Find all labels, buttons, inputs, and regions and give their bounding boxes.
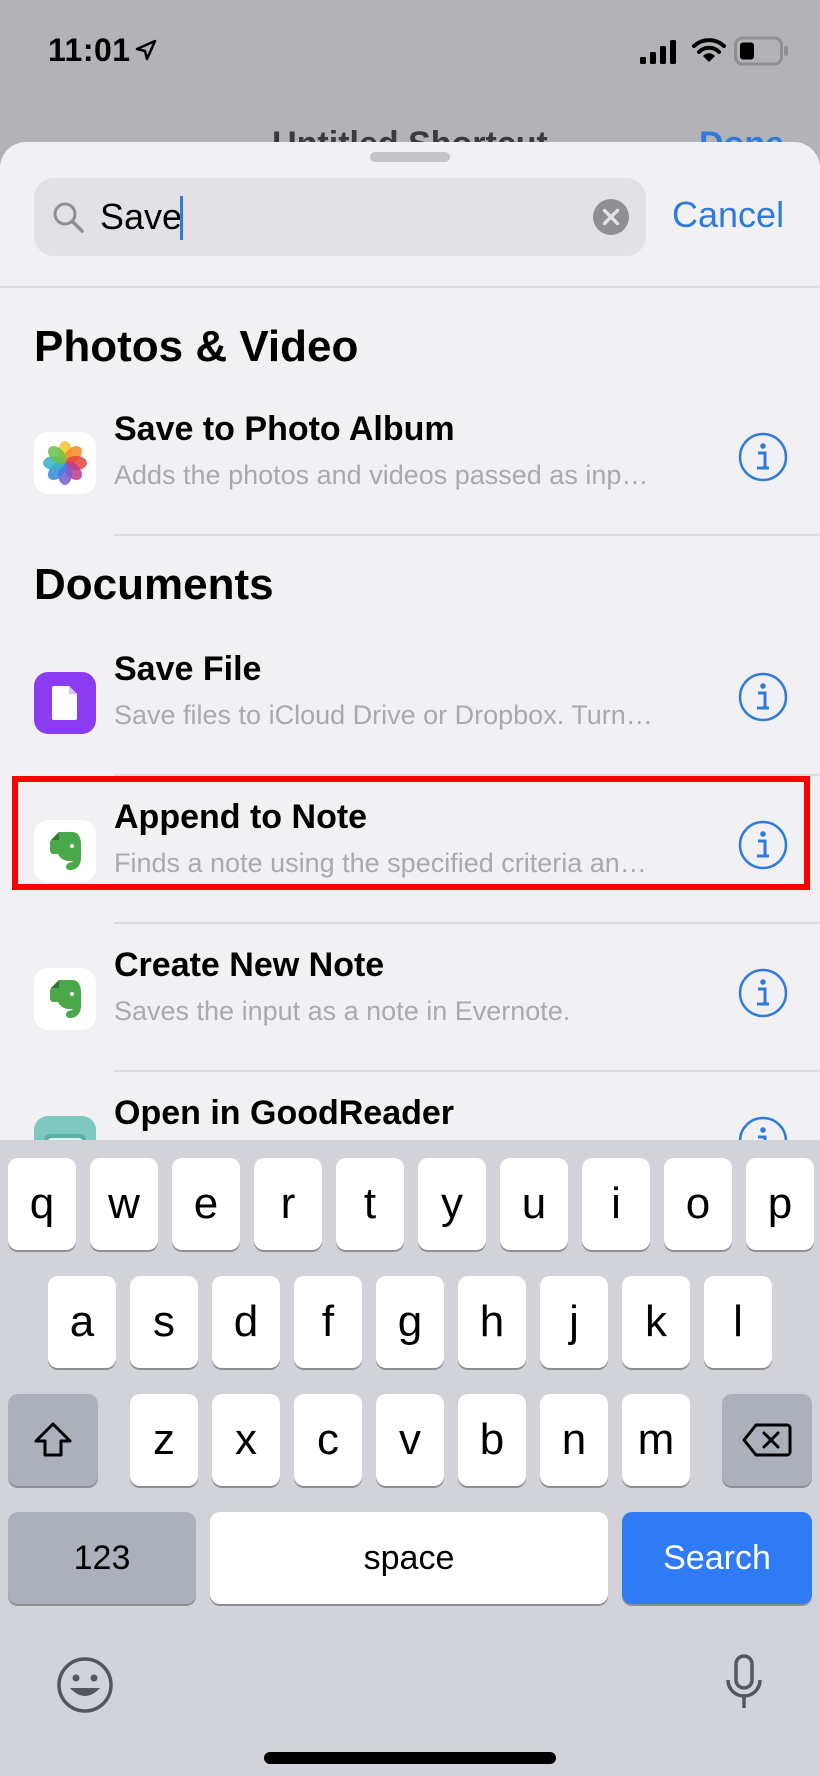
underlying-done-button: Done (699, 125, 784, 144)
action-row-append-to-note[interactable]: Append to Note Finds a note using the sp… (0, 776, 820, 924)
key-y[interactable]: y (418, 1158, 486, 1250)
key-t[interactable]: t (336, 1158, 404, 1250)
shift-key[interactable] (8, 1394, 98, 1486)
battery-icon (734, 36, 788, 66)
search-input[interactable] (100, 188, 560, 246)
action-subtitle: Finds a note using the specified criteri… (114, 848, 647, 878)
action-subtitle: Adds the photos and videos passed as inp… (114, 460, 649, 490)
info-icon[interactable] (738, 432, 788, 482)
action-row-save-to-photo-album[interactable]: Save to Photo Album Adds the photos and … (0, 388, 820, 536)
text-cursor (180, 196, 183, 240)
wifi-icon (692, 38, 726, 62)
action-title: Save File (114, 650, 262, 688)
info-icon[interactable] (738, 672, 788, 722)
status-time: 11:01 (48, 32, 131, 68)
action-subtitle: Save files to iCloud Drive or Dropbox. T… (114, 700, 653, 730)
key-c[interactable]: c (294, 1394, 362, 1486)
key-x[interactable]: x (212, 1394, 280, 1486)
key-n[interactable]: n (540, 1394, 608, 1486)
search-key[interactable]: Search (622, 1512, 812, 1604)
cellular-signal-icon (640, 40, 676, 64)
files-icon (34, 672, 96, 734)
key-g[interactable]: g (376, 1276, 444, 1368)
action-subtitle: Saves the input as a note in Evernote. (114, 996, 571, 1026)
key-k[interactable]: k (622, 1276, 690, 1368)
key-m[interactable]: m (622, 1394, 690, 1486)
key-p[interactable]: p (746, 1158, 814, 1250)
status-bar: 11:01 (0, 0, 820, 110)
key-a[interactable]: a (48, 1276, 116, 1368)
microphone-icon[interactable] (724, 1652, 764, 1716)
search-bar (34, 178, 646, 256)
delete-icon (742, 1423, 792, 1457)
key-v[interactable]: v (376, 1394, 444, 1486)
key-e[interactable]: e (172, 1158, 240, 1250)
cancel-button[interactable]: Cancel (672, 194, 784, 236)
action-title: Append to Note (114, 798, 368, 836)
numbers-key[interactable]: 123 (8, 1512, 196, 1604)
key-z[interactable]: z (130, 1394, 198, 1486)
photos-app-icon (34, 432, 96, 494)
section-title-documents: Documents (34, 560, 274, 609)
key-u[interactable]: u (500, 1158, 568, 1250)
key-d[interactable]: d (212, 1276, 280, 1368)
search-icon (53, 202, 84, 233)
action-title: Save to Photo Album (114, 410, 455, 448)
location-arrow-icon (135, 39, 157, 61)
key-q[interactable]: q (8, 1158, 76, 1250)
key-f[interactable]: f (294, 1276, 362, 1368)
action-row-save-file[interactable]: Save File Save files to iCloud Drive or … (0, 628, 820, 776)
section-title-photos-video: Photos & Video (34, 322, 359, 371)
sheet-grabber[interactable] (370, 152, 450, 162)
keyboard: q w e r t y u i o p a s d f g h j k l z … (0, 1140, 820, 1776)
action-title: Open in GoodReader (114, 1094, 455, 1132)
evernote-icon (34, 968, 96, 1030)
action-row-create-new-note[interactable]: Create New Note Saves the input as a not… (0, 924, 820, 1072)
info-icon[interactable] (738, 968, 788, 1018)
divider (0, 286, 820, 288)
home-indicator (264, 1752, 556, 1764)
key-o[interactable]: o (664, 1158, 732, 1250)
key-w[interactable]: w (90, 1158, 158, 1250)
key-i[interactable]: i (582, 1158, 650, 1250)
info-icon[interactable] (738, 820, 788, 870)
shift-icon (34, 1422, 72, 1457)
key-s[interactable]: s (130, 1276, 198, 1368)
clear-search-icon[interactable] (592, 198, 630, 236)
emoji-icon[interactable] (56, 1656, 114, 1714)
divider (114, 534, 820, 536)
key-b[interactable]: b (458, 1394, 526, 1486)
evernote-icon (34, 820, 96, 882)
key-h[interactable]: h (458, 1276, 526, 1368)
action-title: Create New Note (114, 946, 385, 984)
key-r[interactable]: r (254, 1158, 322, 1250)
underlying-shortcut-title: Untitled Shortcut (272, 125, 548, 144)
space-key[interactable]: space (210, 1512, 608, 1604)
delete-key[interactable] (722, 1394, 812, 1486)
key-l[interactable]: l (704, 1276, 772, 1368)
key-j[interactable]: j (540, 1276, 608, 1368)
